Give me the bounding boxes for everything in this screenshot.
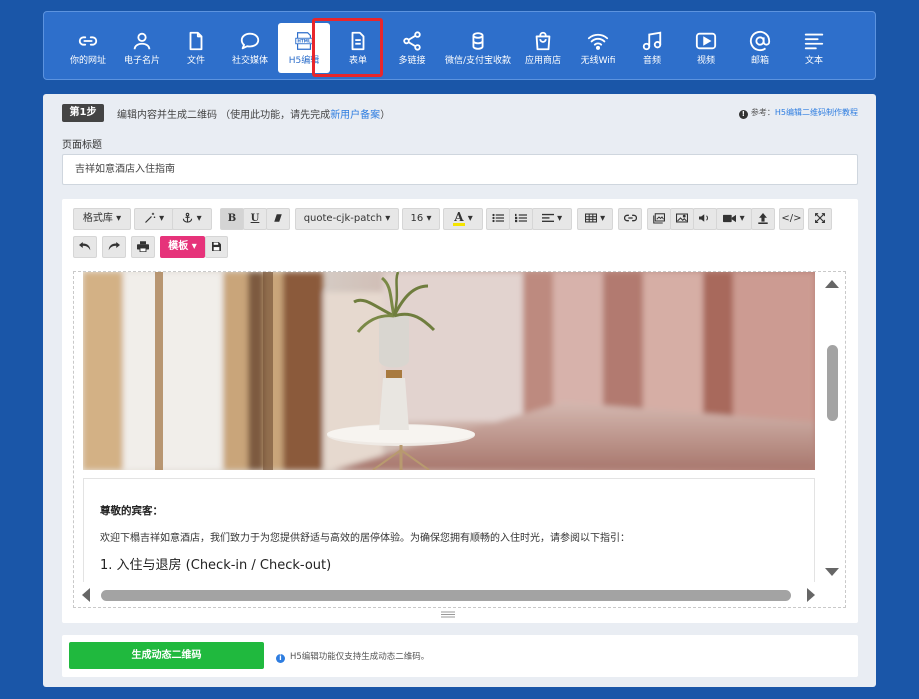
music-icon bbox=[642, 31, 662, 51]
generate-dynamic-qr-button[interactable]: 生成动态二维码 bbox=[69, 642, 264, 669]
scroll-down-icon bbox=[825, 568, 839, 576]
link-icon bbox=[78, 36, 98, 46]
gallery-icon bbox=[653, 212, 666, 224]
nav-item-label: 文本 bbox=[804, 56, 823, 66]
underline-button[interactable]: U bbox=[243, 208, 267, 230]
nav-item-multilink[interactable]: 多链接 bbox=[386, 23, 438, 73]
image-icon bbox=[675, 213, 689, 223]
scroll-up-icon bbox=[825, 280, 839, 288]
upload-icon bbox=[758, 212, 768, 224]
generate-note: i H5编辑功能仅支持生成动态二维码。 bbox=[276, 650, 429, 663]
horizontal-scroll-thumb[interactable] bbox=[101, 590, 791, 601]
upload-button[interactable] bbox=[751, 208, 775, 230]
hotel-corridor-image bbox=[83, 272, 815, 470]
magic-wand-icon bbox=[144, 212, 156, 223]
coin-icon bbox=[472, 32, 484, 50]
info-icon: i bbox=[276, 654, 285, 663]
register-link[interactable]: 新用户备案 bbox=[330, 110, 380, 121]
form-icon bbox=[351, 31, 365, 51]
speaker-icon bbox=[699, 214, 709, 222]
magic-wand-dropdown[interactable]: ▾ bbox=[134, 208, 174, 230]
print-button[interactable] bbox=[131, 236, 155, 258]
anchor-icon bbox=[183, 212, 193, 223]
editor-content-area[interactable]: 尊敬的宾客： 欢迎下榻吉祥如意酒店，我们致力于为您提供舒适与高效的居停体验。为确… bbox=[73, 271, 846, 608]
insert-gallery-button[interactable] bbox=[647, 208, 671, 230]
table-icon bbox=[584, 213, 597, 223]
person-icon bbox=[133, 32, 151, 50]
fullscreen-icon bbox=[815, 213, 825, 223]
nav-item-payment[interactable]: 微信/支付宝收款 bbox=[445, 23, 511, 73]
hotel-corridor-photo bbox=[83, 272, 815, 470]
align-left-icon bbox=[541, 213, 554, 222]
rich-text-editor: 格式库 ▾ ▾ ▾ B U quote-cjk-patch ▾ 16 ▾ A ▾… bbox=[62, 199, 858, 623]
step-text: 编辑内容并生成二维码 （使用此功能，请先完成 bbox=[117, 110, 331, 121]
shopping-bag-icon bbox=[535, 31, 551, 51]
step-instruction: 编辑内容并生成二维码 （使用此功能，请先完成新用户备案） bbox=[117, 106, 390, 121]
font-color-dropdown[interactable]: A ▾ bbox=[443, 208, 483, 230]
source-code-button[interactable]: </> bbox=[779, 208, 804, 230]
save-button[interactable] bbox=[205, 236, 228, 258]
eraser-icon bbox=[274, 214, 282, 222]
video-camera-icon bbox=[723, 214, 737, 222]
generate-note-text: H5编辑功能仅支持生成动态二维码。 bbox=[290, 652, 430, 662]
insert-link-button[interactable] bbox=[618, 208, 642, 230]
resize-handle-icon[interactable] bbox=[441, 611, 455, 618]
section-heading: 1. 入住与退房 (Check-in / Check-out) bbox=[100, 558, 332, 573]
floppy-disk-icon bbox=[212, 241, 221, 251]
welcome-paragraph: 欢迎下榻吉祥如意酒店，我们致力于为您提供舒适与高效的居停体验。为确保您拥有顺畅的… bbox=[100, 533, 630, 544]
page-title-label: 页面标题 bbox=[62, 140, 102, 151]
style-library-dropdown[interactable]: 格式库 ▾ bbox=[73, 208, 131, 230]
printer-icon bbox=[137, 240, 149, 252]
qr-type-nav: 你的网址 电子名片 文件 社交媒体 HTML H5编辑 表单 多链接 微信/支付… bbox=[43, 11, 876, 80]
tutorial-link[interactable]: H5编辑二维码制作教程 bbox=[775, 108, 858, 117]
info-icon: ! bbox=[738, 110, 748, 119]
redo-button[interactable] bbox=[102, 236, 126, 258]
bold-button[interactable]: B bbox=[220, 208, 244, 230]
generate-bar: 生成动态二维码 i H5编辑功能仅支持生成动态二维码。 bbox=[62, 635, 858, 677]
align-dropdown[interactable]: ▾ bbox=[532, 208, 572, 230]
fullscreen-button[interactable] bbox=[808, 208, 832, 230]
page-title-input[interactable]: 吉祥如意酒店入住指南 bbox=[62, 154, 858, 185]
table-dropdown[interactable]: ▾ bbox=[577, 208, 613, 230]
svg-text:HTML: HTML bbox=[297, 38, 311, 43]
horizontal-scrollbar[interactable] bbox=[74, 582, 845, 607]
step-close-paren: ） bbox=[380, 110, 391, 121]
insert-video-dropdown[interactable]: ▾ bbox=[716, 208, 752, 230]
scroll-left-icon bbox=[82, 588, 90, 602]
numbered-list-button[interactable] bbox=[509, 208, 533, 230]
file-icon bbox=[189, 31, 203, 51]
bulleted-list-button[interactable] bbox=[486, 208, 510, 230]
greeting: 尊敬的宾客： bbox=[100, 505, 163, 517]
nav-item-label: 多链接 bbox=[398, 56, 426, 66]
wifi-icon bbox=[587, 33, 609, 50]
editor-card: 第1步 编辑内容并生成二维码 （使用此功能，请先完成新用户备案） ! 参考：H5编… bbox=[43, 94, 876, 687]
vertical-scroll-thumb[interactable] bbox=[827, 345, 838, 421]
nav-item-text[interactable]: 文本 bbox=[788, 23, 840, 73]
text-lines-icon bbox=[804, 33, 824, 50]
insert-audio-button[interactable] bbox=[693, 208, 717, 230]
nav-item-label: 微信/支付宝收款 bbox=[444, 56, 512, 66]
undo-button[interactable] bbox=[73, 236, 97, 258]
undo-icon bbox=[79, 241, 91, 250]
at-icon bbox=[749, 30, 771, 52]
scroll-right-icon bbox=[807, 588, 815, 602]
video-play-icon bbox=[695, 32, 717, 50]
font-color-icon: A bbox=[453, 210, 465, 226]
reference-prefix: 参考： bbox=[750, 108, 775, 117]
numbered-list-icon bbox=[515, 213, 527, 223]
insert-image-button[interactable] bbox=[670, 208, 694, 230]
anchor-dropdown[interactable]: ▾ bbox=[172, 208, 212, 230]
redo-icon bbox=[108, 241, 120, 250]
reference: ! 参考：H5编辑二维码制作教程 bbox=[738, 107, 858, 119]
share-icon bbox=[403, 31, 421, 51]
bullet-list-icon bbox=[492, 213, 504, 223]
clear-format-button[interactable] bbox=[266, 208, 290, 230]
vertical-scrollbar[interactable] bbox=[819, 272, 845, 583]
link-icon bbox=[623, 214, 637, 222]
font-size-dropdown[interactable]: 16 ▾ bbox=[402, 208, 440, 230]
chat-bubble-icon bbox=[240, 32, 260, 50]
step-badge: 第1步 bbox=[62, 104, 104, 122]
font-family-dropdown[interactable]: quote-cjk-patch ▾ bbox=[295, 208, 399, 230]
template-dropdown[interactable]: 模板 ▾ bbox=[160, 236, 205, 258]
